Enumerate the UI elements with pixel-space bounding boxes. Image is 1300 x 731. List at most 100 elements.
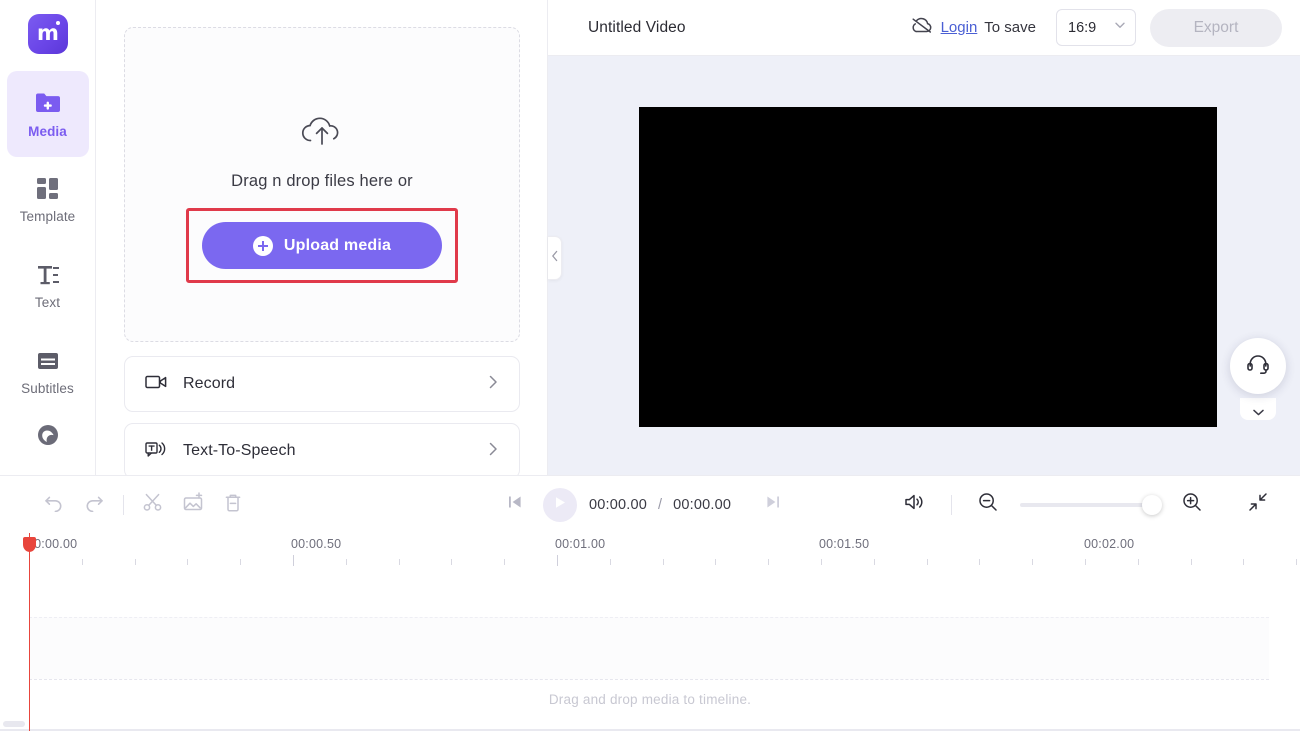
ruler-tick [1032,559,1033,565]
shrink-icon [1247,491,1269,518]
undo-button[interactable] [34,488,74,522]
login-to-save-group: Login To save [910,15,1036,40]
export-button[interactable]: Export [1150,9,1282,47]
zoom-slider[interactable] [1020,503,1160,507]
redo-icon [83,492,105,517]
toolbar-right-group [895,488,1278,522]
zoom-in-button[interactable] [1172,488,1212,522]
chevron-left-icon [551,249,559,267]
time-separator: / [658,497,662,513]
ruler-tick [504,559,505,565]
ruler-label: 00:01.50 [819,537,869,551]
video-canvas[interactable] [639,107,1217,427]
template-grid-icon [35,177,61,201]
plus-circle-icon [253,236,273,256]
sidebar-item-text[interactable]: Text [7,243,89,329]
volume-button[interactable] [895,488,935,522]
page-title[interactable]: Untitled Video [588,19,686,37]
playback-controls: 00:00.00 / 00:00.00 [495,488,793,522]
subtitles-icon [35,349,61,373]
zoom-in-icon [1181,491,1203,518]
upload-media-button[interactable]: Upload media [202,222,442,269]
upload-media-label: Upload media [284,237,391,255]
panel-collapse-handle[interactable] [548,236,562,280]
undo-icon [43,492,65,517]
sidebar-item-template[interactable]: Template [7,157,89,243]
fit-timeline-button[interactable] [1238,488,1278,522]
chevron-down-icon [1113,18,1127,37]
video-stage [548,56,1300,475]
record-row[interactable]: Record [124,356,520,412]
top-bar-actions: Login To save 16:9 Export [910,9,1282,47]
cloud-upload-icon [298,112,346,157]
ruler-tick [82,559,83,565]
ruler-tick [451,559,452,565]
text-to-speech-row[interactable]: Text-To-Speech [124,423,520,475]
add-image-icon [182,492,204,517]
ruler-tick [135,559,136,565]
ruler-tick [240,559,241,565]
record-label: Record [183,375,235,393]
ruler-tick [557,555,558,566]
ruler-tick [187,559,188,565]
ruler-tick [821,559,822,565]
ruler-tick [715,559,716,565]
ruler-tick [1243,559,1244,565]
headset-icon [1245,351,1271,382]
sidebar-item-label: Subtitles [21,381,74,396]
app-logo[interactable]: m [28,14,68,54]
video-camera-icon [145,373,167,396]
preview-area: Untitled Video Login To save 16:9 [548,0,1300,475]
support-caret-button[interactable] [1240,398,1276,420]
ruler-tick [1138,559,1139,565]
toolbar-divider [951,495,952,515]
sidebar-item-label: Text [35,295,60,310]
play-button[interactable] [543,488,577,522]
text-to-speech-label: Text-To-Speech [183,442,296,460]
media-panel: Drag n drop files here or Upload media R… [96,0,548,475]
prev-frame-button[interactable] [495,488,535,522]
ruler-tick [874,559,875,565]
sidebar-item-elements[interactable] [7,415,89,455]
skip-previous-icon [505,493,525,516]
sidebar-item-label: Media [28,124,67,139]
ruler-tick [293,555,294,566]
caret-down-icon [1253,403,1264,421]
timeline-track[interactable] [29,617,1269,679]
elements-icon [35,422,61,448]
upload-highlight-box: Upload media [186,208,458,283]
timeline[interactable]: 00:00.0000:00.5000:01.0000:01.5000:02.00… [0,533,1300,731]
ruler-tick [979,559,980,565]
ruler-tick [1191,559,1192,565]
chevron-right-icon [485,374,501,395]
timeline-ruler[interactable]: 00:00.0000:00.5000:01.0000:01.5000:02.00 [0,533,1300,573]
logo-dot [56,21,60,25]
zoom-out-button[interactable] [968,488,1008,522]
left-rail: m Media [0,0,96,475]
split-button[interactable] [133,488,173,522]
timeline-scrollbar[interactable] [3,721,25,727]
next-frame-button[interactable] [753,488,793,522]
aspect-ratio-select[interactable]: 16:9 [1056,9,1136,46]
timeline-hint: Drag and drop media to timeline. [0,692,1300,707]
logo-letter: m [37,23,58,44]
login-link[interactable]: Login [941,19,978,36]
zoom-slider-handle[interactable] [1142,495,1162,515]
sidebar-item-media[interactable]: Media [7,71,89,157]
zoom-out-icon [977,491,999,518]
playhead-handle[interactable] [23,537,36,552]
ruler-tick [1085,559,1086,565]
volume-icon [903,492,927,517]
sidebar-item-subtitles[interactable]: Subtitles [7,329,89,415]
delete-button[interactable] [213,488,253,522]
to-save-label: To save [984,19,1036,36]
media-dropzone[interactable]: Drag n drop files here or Upload media [124,27,520,342]
playhead[interactable] [29,533,30,731]
redo-button[interactable] [74,488,114,522]
add-media-button[interactable] [173,488,213,522]
total-time: 00:00.00 [673,497,731,513]
ruler-tick [610,559,611,565]
support-button[interactable] [1230,338,1286,394]
skip-next-icon [763,493,783,516]
trash-icon [222,492,244,517]
